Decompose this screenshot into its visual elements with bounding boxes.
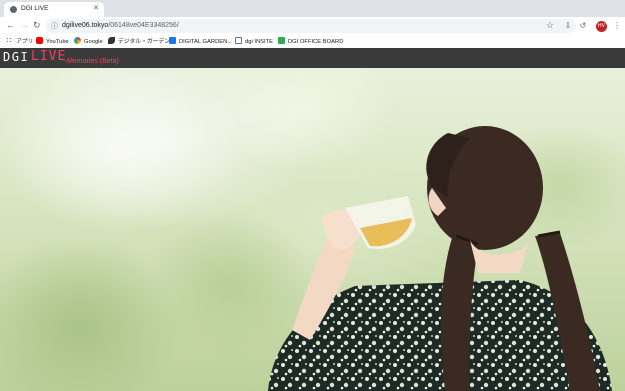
hero-photo: [0, 68, 625, 391]
apps-grid-icon: [6, 37, 13, 44]
globe-icon: [10, 6, 17, 13]
bookmark-digital-garden-jp[interactable]: デジタル・ガーデン: [108, 37, 170, 47]
bookmark-youtube[interactable]: YouTube: [36, 37, 69, 47]
woman-drinking-illustration: [0, 68, 612, 391]
bookmark-dgi-office-board[interactable]: DGI OFFICE BOARD: [278, 37, 343, 47]
bookmark-star-icon[interactable]: ☆: [546, 20, 554, 31]
site-header: DGI LIVE ~Memories (Beta): [0, 48, 625, 68]
bookmark-google[interactable]: Google: [74, 37, 103, 47]
reload-icon[interactable]: ↻: [33, 20, 41, 31]
menu-kebab-icon[interactable]: ⋮: [612, 21, 622, 31]
profile-avatar[interactable]: HV: [596, 21, 607, 32]
back-icon[interactable]: ←: [6, 20, 15, 31]
browser-toolbar: ← → ↻ ⓘ dgilive06.tokyo/06148ve04E334825…: [0, 17, 625, 35]
bookmark-dgi-insite[interactable]: dgi INSITE: [235, 37, 273, 47]
logo-live[interactable]: LIVE: [31, 49, 66, 64]
document-icon: [235, 37, 242, 44]
logo-dgi[interactable]: DGI: [3, 50, 29, 64]
facebook-icon: [169, 37, 176, 44]
youtube-icon: [36, 37, 43, 44]
browser-tab[interactable]: DGI LIVE ✕: [4, 2, 104, 17]
bookmark-digital-garden-fb[interactable]: DIGITAL GARDEN...: [169, 37, 232, 47]
google-icon: [74, 37, 81, 44]
close-tab-icon[interactable]: ✕: [93, 4, 99, 14]
forward-icon[interactable]: →: [20, 20, 29, 31]
url-text[interactable]: dgilive06.tokyo/06148ve04E3348256/: [62, 22, 179, 29]
info-icon[interactable]: ⓘ: [51, 21, 58, 31]
browser-tab-strip: DGI LIVE ✕: [0, 0, 625, 17]
history-icon[interactable]: ↺: [578, 21, 588, 31]
tab-title: DGI LIVE: [21, 5, 49, 12]
logo-subtitle: ~Memories (Beta): [63, 58, 119, 65]
plus-square-icon: [278, 37, 285, 44]
download-icon[interactable]: ⇩: [563, 21, 573, 31]
address-bar[interactable]: ⓘ dgilive06.tokyo/06148ve04E3348256/ ☆: [46, 19, 576, 33]
bookmarks-bar: アプリ YouTube Google デジタル・ガーデン DIGITAL GAR…: [0, 35, 625, 49]
bookmark-apps[interactable]: アプリ: [6, 37, 33, 47]
leaf-icon: [108, 37, 115, 44]
